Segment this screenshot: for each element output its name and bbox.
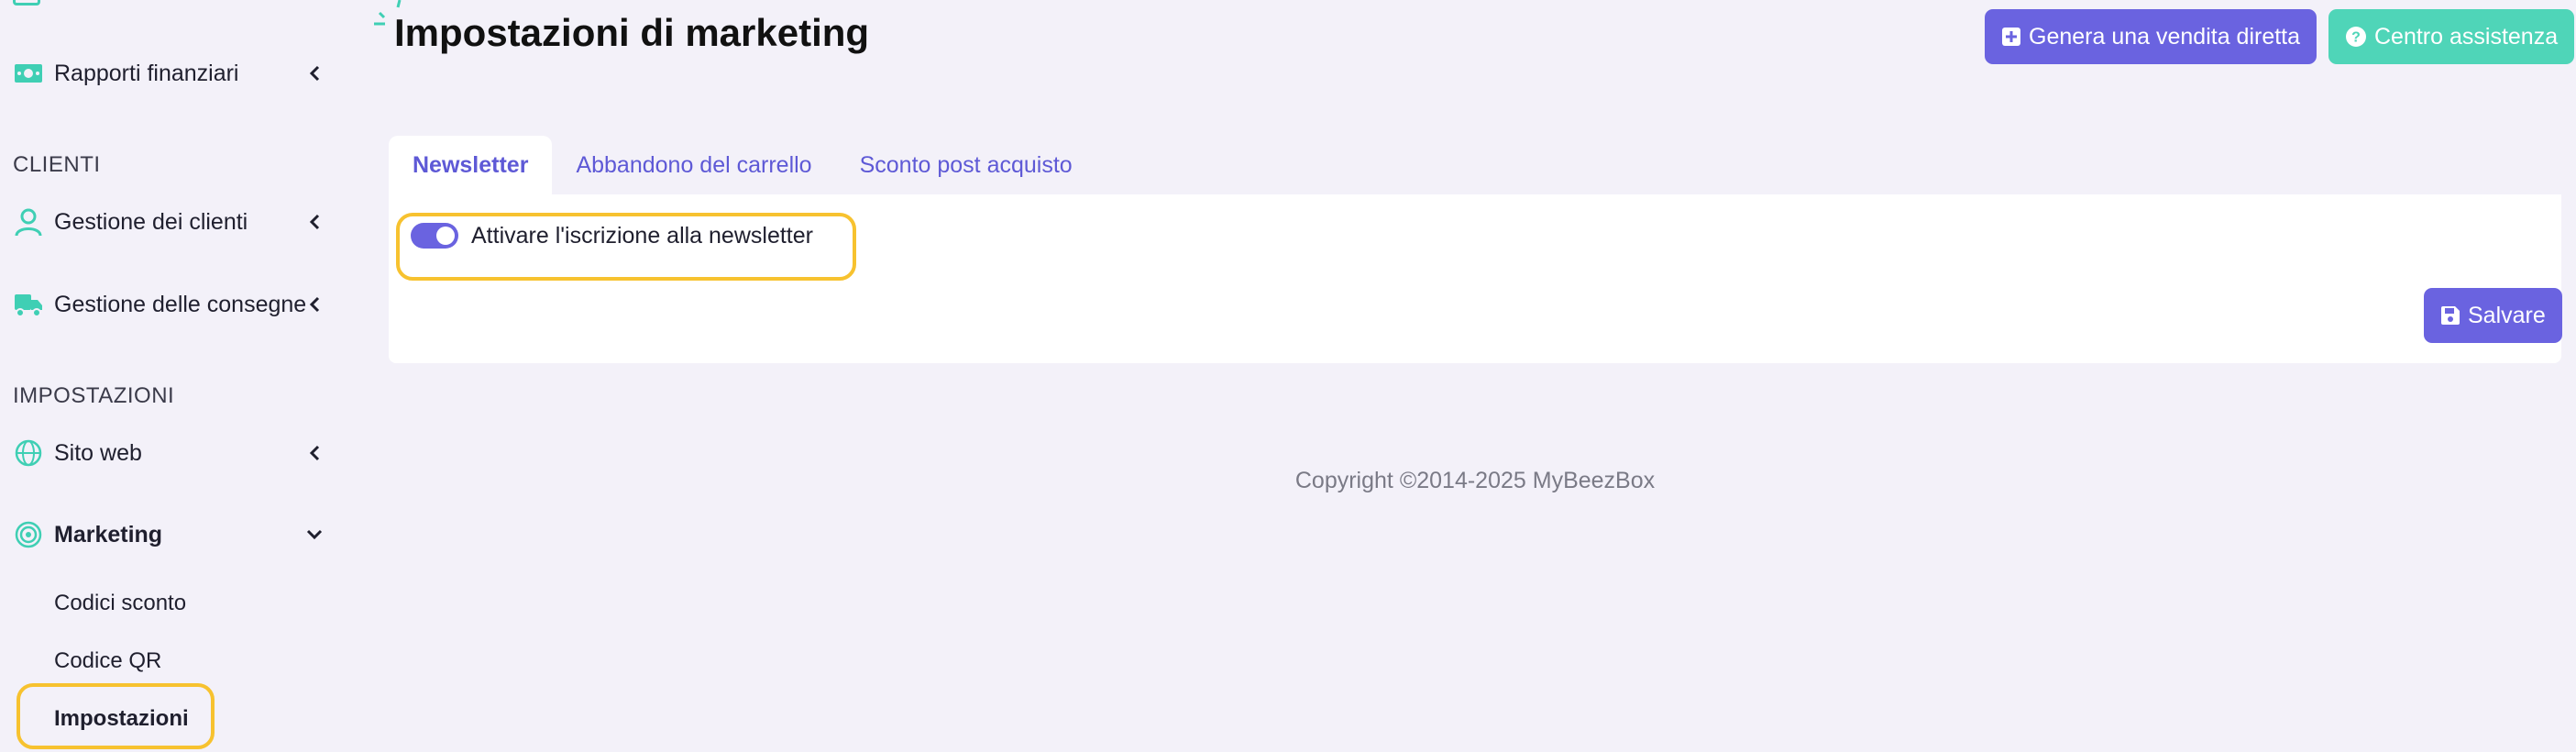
sidebar-item-label: Sito web [54, 439, 142, 466]
sidebar-subitem-qr-code[interactable]: Codice QR [54, 648, 161, 674]
help-center-button[interactable]: ? Centro assistenza [2328, 9, 2575, 64]
chevron-left-icon [303, 210, 326, 234]
sidebar-section-clients: CLIENTI [13, 152, 101, 177]
sidebar-item-label: Gestione delle consegne [54, 291, 307, 317]
question-circle-icon: ? [2345, 26, 2367, 48]
svg-text:?: ? [2351, 30, 2361, 46]
newsletter-toggle-label: Attivare l'iscrizione alla newsletter [471, 222, 813, 249]
newsletter-toggle-row: Attivare l'iscrizione alla newsletter [411, 213, 813, 259]
sidebar-item-website[interactable]: Sito web [0, 426, 339, 481]
sidebar-item-label: Marketing [54, 521, 163, 547]
tab-post-purchase-discount[interactable]: Sconto post acquisto [836, 136, 1096, 194]
chevron-left-icon [303, 441, 326, 465]
sidebar-item-marketing[interactable]: Marketing [0, 507, 339, 562]
save-button-label: Salvare [2468, 302, 2546, 328]
money-icon [13, 58, 44, 89]
delivery-truck-icon [13, 289, 44, 320]
tab-bar: Newsletter Abbandono del carrello Sconto… [389, 136, 1096, 194]
footer-copyright: Copyright ©2014-2025 MyBeezBox [1294, 468, 1656, 493]
sidebar-item-delivery-management[interactable]: Gestione delle consegne [0, 277, 339, 332]
tab-cart-abandonment[interactable]: Abbandono del carrello [552, 136, 835, 194]
sidebar: Rapporti finanziari CLIENTI Gestione dei… [0, 0, 339, 752]
chevron-left-icon [303, 61, 326, 85]
app-root: Rapporti finanziari CLIENTI Gestione dei… [0, 0, 2576, 752]
generate-direct-sale-button[interactable]: Genera una vendita diretta [1985, 9, 2317, 64]
sidebar-subitem-discount-codes[interactable]: Codici sconto [54, 591, 186, 616]
target-icon [13, 519, 44, 550]
chevron-left-icon [303, 293, 326, 316]
help-center-label: Centro assistenza [2374, 23, 2559, 50]
user-icon [13, 206, 44, 238]
partial-menu-icon [13, 0, 40, 6]
floppy-disk-icon [2440, 305, 2460, 326]
sidebar-subitem-settings[interactable]: Impostazioni [54, 706, 189, 732]
page-title: Impostazioni di marketing [394, 11, 870, 54]
sidebar-section-settings: IMPOSTAZIONI [13, 383, 175, 408]
sidebar-item-label: Gestione dei clienti [54, 208, 248, 235]
sidebar-item-client-management[interactable]: Gestione dei clienti [0, 194, 339, 249]
newsletter-toggle-switch[interactable] [411, 223, 458, 249]
toggle-knob [436, 227, 455, 245]
plus-square-icon [2001, 27, 2021, 47]
tab-newsletter[interactable]: Newsletter [389, 136, 553, 194]
sidebar-item-financial-reports[interactable]: Rapporti finanziari [0, 46, 339, 101]
generate-direct-sale-label: Genera una vendita diretta [2029, 23, 2301, 50]
save-button[interactable]: Salvare [2424, 288, 2562, 343]
globe-www-icon [13, 437, 44, 469]
chevron-down-icon [303, 523, 326, 547]
newsletter-settings-panel: Attivare l'iscrizione alla newsletter Sa… [389, 194, 2562, 363]
sidebar-item-label: Rapporti finanziari [54, 60, 239, 86]
